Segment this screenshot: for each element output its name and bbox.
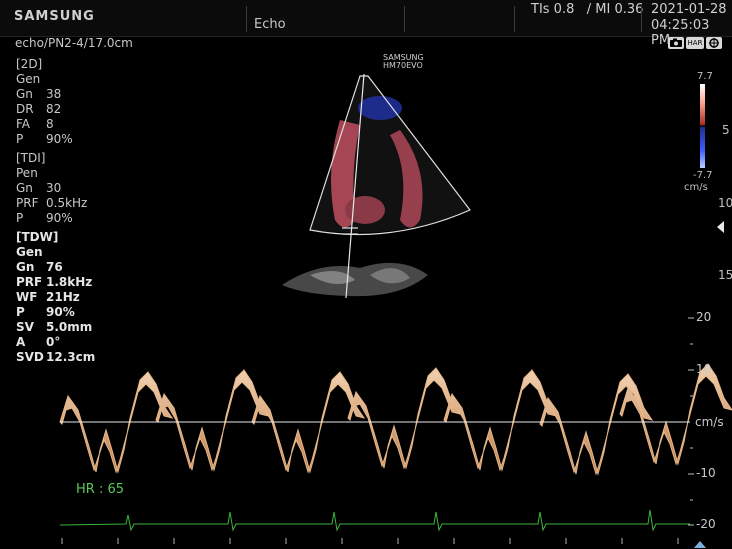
param-label: DR — [16, 102, 34, 116]
param-row: PRF 1.8kHz — [16, 275, 95, 290]
scale-label: -10 — [696, 466, 716, 480]
param-label: Pen — [16, 166, 38, 180]
param-row: Gn 30 — [16, 181, 95, 196]
param-value: 76 — [46, 260, 63, 274]
param-value: 30 — [46, 181, 62, 195]
section-title: [TDW] — [16, 230, 59, 244]
param-value: 90% — [46, 132, 73, 146]
param-row: Gn 76 — [16, 260, 95, 275]
scale-label: 20 — [696, 310, 712, 324]
section-title: [2D] — [16, 57, 43, 71]
probe-info: echo/PN2-4/17.0cm — [15, 36, 133, 50]
depth-mark: 10 — [718, 196, 732, 210]
ecg-trace — [59, 509, 690, 532]
param-label: Gn — [16, 181, 33, 195]
section-title: [TDI] — [16, 151, 46, 165]
param-label: Gn — [16, 87, 33, 101]
param-row: Pen — [16, 166, 95, 181]
top-bar: SAMSUNG Echo TIs 0.8 / MI 0.36 2021-01-2… — [0, 0, 732, 48]
tis-mi-readout: TIs 0.8 / MI 0.36 — [531, 2, 644, 17]
param-value: 0.5kHz — [46, 196, 88, 210]
sweep-marker-icon — [694, 541, 706, 548]
mode-label: Echo — [254, 17, 286, 32]
color-scale-bar — [700, 84, 705, 168]
scale-label: -20 — [696, 517, 716, 531]
param-label: PRF — [16, 196, 39, 210]
divider — [404, 6, 405, 32]
grid-icon[interactable] — [706, 37, 722, 49]
param-label: Gen — [16, 72, 41, 86]
param-label: P — [16, 132, 24, 146]
sector-image — [278, 72, 490, 299]
depth-mark: 15 — [718, 268, 732, 282]
param-label: P — [16, 211, 24, 225]
param-row: FA 8 — [16, 117, 95, 132]
param-value: 38 — [46, 87, 62, 101]
divider — [641, 6, 642, 32]
har-icon[interactable]: HAR — [686, 37, 704, 49]
section-2d: [2D] Gen Gn 38 DR 82 FA 8 P 90% — [16, 57, 95, 147]
param-row: PRF 0.5kHz — [16, 196, 95, 211]
heart-rate: HR : 65 — [76, 482, 124, 497]
param-row: DR 82 — [16, 102, 95, 117]
divider — [246, 6, 247, 32]
param-value: 90% — [46, 211, 73, 225]
doppler-spectrum — [59, 317, 732, 548]
focus-marker-icon[interactable] — [716, 220, 726, 234]
divider — [514, 6, 515, 32]
param-value: 82 — [46, 102, 62, 116]
param-label: Gn — [16, 260, 35, 274]
watermark-line: HM70EVO — [383, 61, 423, 70]
param-label: FA — [16, 117, 31, 131]
param-row: Gen — [16, 245, 95, 260]
color-scale-top: 7.7 — [697, 71, 713, 82]
scale-label: 10 — [696, 362, 712, 376]
camera-icon[interactable] — [668, 37, 684, 49]
param-value: 8 — [46, 117, 54, 131]
section-tdi: [TDI] Pen Gn 30 PRF 0.5kHz P 90% — [16, 151, 95, 226]
param-row: P 90% — [16, 132, 95, 147]
depth-mark: 5 — [722, 123, 730, 137]
param-row: Gen — [16, 72, 95, 87]
color-scale-unit: cm/s — [684, 182, 708, 193]
brand-logo: SAMSUNG — [14, 9, 95, 24]
param-label: PRF — [16, 275, 43, 289]
param-label: Gen — [16, 245, 43, 259]
watermark: SAMSUNG HM70EVO — [383, 54, 424, 70]
param-row: Gn 38 — [16, 87, 95, 102]
color-scale-bottom: -7.7 — [693, 170, 713, 181]
date-readout: 2021-01-28 — [651, 2, 727, 17]
param-row: P 90% — [16, 211, 95, 226]
scale-unit: cm/s — [695, 415, 724, 429]
param-value: 1.8kHz — [46, 275, 93, 289]
